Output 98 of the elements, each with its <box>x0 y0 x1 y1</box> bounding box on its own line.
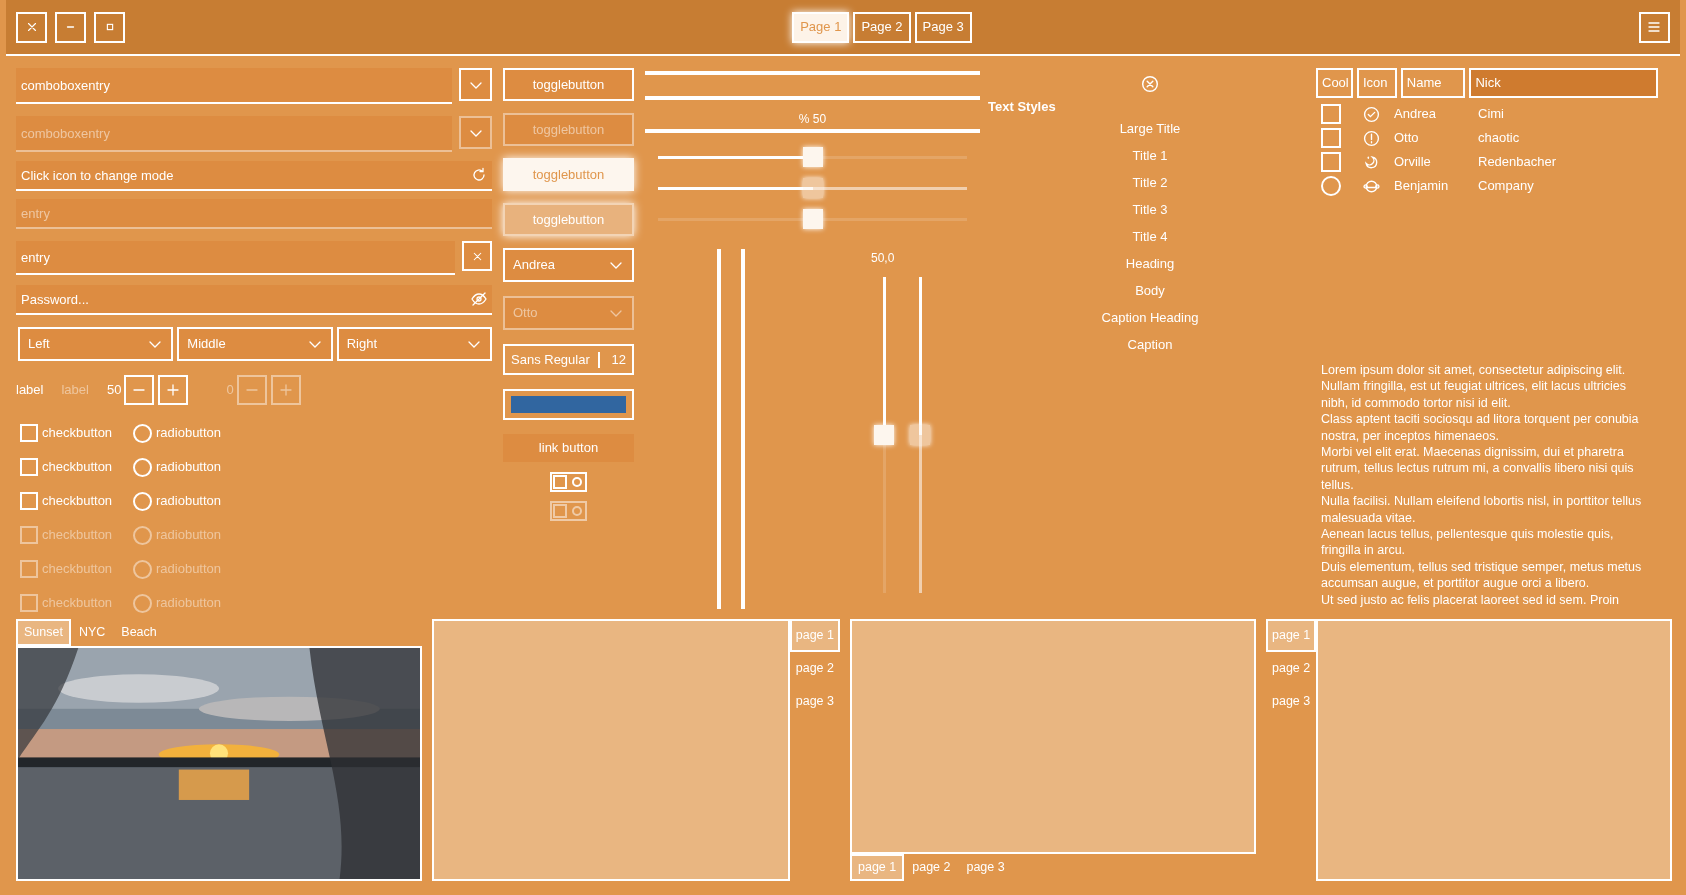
notebook-tab[interactable]: page 2 <box>789 652 840 685</box>
slider[interactable] <box>658 209 967 229</box>
text-style-label: Title 2 <box>1132 174 1168 192</box>
spin-value: 0 <box>226 381 234 400</box>
table-cell-text: Orville <box>1394 153 1432 172</box>
checkbox[interactable]: checkbutton <box>20 423 133 443</box>
notebook-tab[interactable]: Sunset <box>16 619 71 646</box>
notebook-tab[interactable]: page 2 <box>1266 652 1317 685</box>
progress-text: % 50 <box>797 112 828 126</box>
text-style-label: Title 1 <box>1132 147 1168 165</box>
text-style-label: Title 3 <box>1132 201 1168 219</box>
color-button[interactable] <box>503 389 634 420</box>
notebook-tab[interactable]: page 1 <box>1266 619 1317 652</box>
notebook-tab[interactable]: page 2 <box>904 854 959 881</box>
notebook-tab[interactable]: page 3 <box>1266 685 1317 718</box>
refresh-icon <box>471 167 487 183</box>
checkbox[interactable]: checkbutton <box>20 457 133 477</box>
decrement-button[interactable] <box>236 375 267 405</box>
moon-icon <box>1363 153 1380 171</box>
table-cell-text: chaotic <box>1478 129 1520 148</box>
column-header[interactable]: Name <box>1400 68 1466 98</box>
paragraph: Nulla facilisi. Nullam eleifend lobortis nisl, in porttitor tellus malesuada vitae. <box>1321 493 1643 527</box>
checkbox[interactable]: checkbutton <box>20 491 133 511</box>
slider-thumb[interactable] <box>802 209 823 229</box>
toggle-button[interactable]: togglebutton <box>503 158 634 191</box>
section-title: Text Styles <box>988 99 1057 115</box>
table-cell-text: Otto <box>1394 129 1420 148</box>
switch[interactable] <box>550 472 587 492</box>
notebook-tab[interactable]: page 3 <box>958 854 1013 881</box>
dropdown[interactable]: Right <box>336 327 492 361</box>
table-cell-text: Company <box>1478 177 1534 196</box>
round-emblem-icon <box>1363 177 1380 195</box>
slider-thumb[interactable] <box>874 425 894 445</box>
table-cell-text: Andrea <box>1394 105 1437 124</box>
paragraph: Morbi vel elit erat. Maecenas dignissim, dui et pharetra rutrum, tellus lectus rutrum mi, a convallis libero nisi quis tellus. <box>1321 444 1635 494</box>
column-header[interactable]: Nick <box>1469 68 1658 98</box>
notebook-tab[interactable]: page 3 <box>789 685 840 718</box>
radio-button[interactable]: radiobutton <box>133 423 283 443</box>
minimize-button[interactable] <box>55 11 86 43</box>
font-button[interactable]: Sans Regular 12 <box>503 344 634 375</box>
dropdown-button[interactable] <box>459 68 492 101</box>
maximize-button[interactable] <box>94 11 125 43</box>
notebook-tab[interactable]: page 1 <box>789 619 840 652</box>
vertical-slider[interactable] <box>910 277 930 593</box>
paragraph: Aenean lacus tellus, pellentesque quis molestie quis, fringilla in arcu. <box>1321 526 1615 559</box>
table-cell-text: Benjamin <box>1394 177 1450 196</box>
column-header[interactable]: Cool <box>1316 68 1353 98</box>
eye-slash-icon <box>471 291 487 307</box>
text-style-label: Large Title <box>1119 120 1181 138</box>
label-text: label <box>61 381 89 400</box>
increment-button[interactable] <box>270 375 301 405</box>
increment-button[interactable] <box>158 375 189 405</box>
text-style-label: Body <box>1135 282 1165 300</box>
checkbox[interactable] <box>1321 128 1341 148</box>
link-button[interactable]: link button <box>503 434 634 462</box>
dropdown[interactable]: Andrea <box>503 248 634 282</box>
scale-value: 50,0 <box>871 250 895 267</box>
page-tab[interactable]: Page 2 <box>853 11 911 43</box>
minus-icon <box>244 389 259 391</box>
clear-button[interactable] <box>462 241 492 271</box>
radio-button[interactable]: radiobutton <box>133 457 283 477</box>
slider-thumb[interactable] <box>802 147 823 167</box>
dropdown-button[interactable] <box>459 116 492 149</box>
slider[interactable] <box>658 147 967 167</box>
notebook-tab[interactable]: NYC <box>70 619 114 646</box>
column-header[interactable]: Icon <box>1357 68 1397 98</box>
text-style-label: Title 4 <box>1132 228 1168 246</box>
decrement-button[interactable] <box>124 375 155 405</box>
dropdown[interactable]: Middle <box>177 327 333 361</box>
menu-button[interactable] <box>1639 11 1670 43</box>
notebook-tab[interactable]: page 1 <box>850 854 905 881</box>
table-cell-text: Cimi <box>1478 105 1504 124</box>
spin-value: 50 <box>106 381 122 400</box>
warning-icon <box>1363 129 1380 147</box>
checkbox[interactable] <box>1321 152 1341 172</box>
text-style-label: Caption <box>1127 336 1173 354</box>
vertical-slider[interactable] <box>874 277 894 593</box>
table-cell-text: Redenbacher <box>1478 153 1557 172</box>
check-circle-icon <box>1363 105 1380 123</box>
minimize-icon <box>66 26 75 28</box>
paragraph: Lorem ipsum dolor sit amet, consectetur adipiscing elit. Nullam fringilla, est ut feugiat ultrices, elit lacus ultricies nibh, id commodo tortor nisi id elit. <box>1321 362 1627 412</box>
page-tab[interactable]: Page 1 <box>792 11 850 43</box>
text-style-label: Heading <box>1125 255 1175 273</box>
text-style-label: Caption Heading <box>1101 309 1199 327</box>
paragraph: Duis elementum, tellus sed tristique semper, metus metus accumsan augue, et porttitor augue orci a libero. <box>1321 558 1643 592</box>
checkbox[interactable] <box>1321 104 1341 124</box>
page-tab[interactable]: Page 3 <box>914 11 972 43</box>
radio-button[interactable] <box>1321 176 1341 196</box>
toggle-button[interactable]: togglebutton <box>503 68 634 101</box>
minus-icon <box>132 389 147 391</box>
close-button[interactable] <box>16 11 47 43</box>
paragraph: Ut sed justo ac felis placerat laoreet sed id sem. Proin <box>1321 591 1621 609</box>
close-icon <box>1141 75 1159 93</box>
label-text: label <box>16 381 44 400</box>
paragraph: Class aptent taciti sociosqu ad litora torquent per conubia nostra, per inceptos himenaeos. <box>1321 411 1640 445</box>
radio-button[interactable]: radiobutton <box>133 491 283 511</box>
dropdown[interactable]: Left <box>18 327 174 361</box>
notebook-tab[interactable]: Beach <box>113 619 165 646</box>
